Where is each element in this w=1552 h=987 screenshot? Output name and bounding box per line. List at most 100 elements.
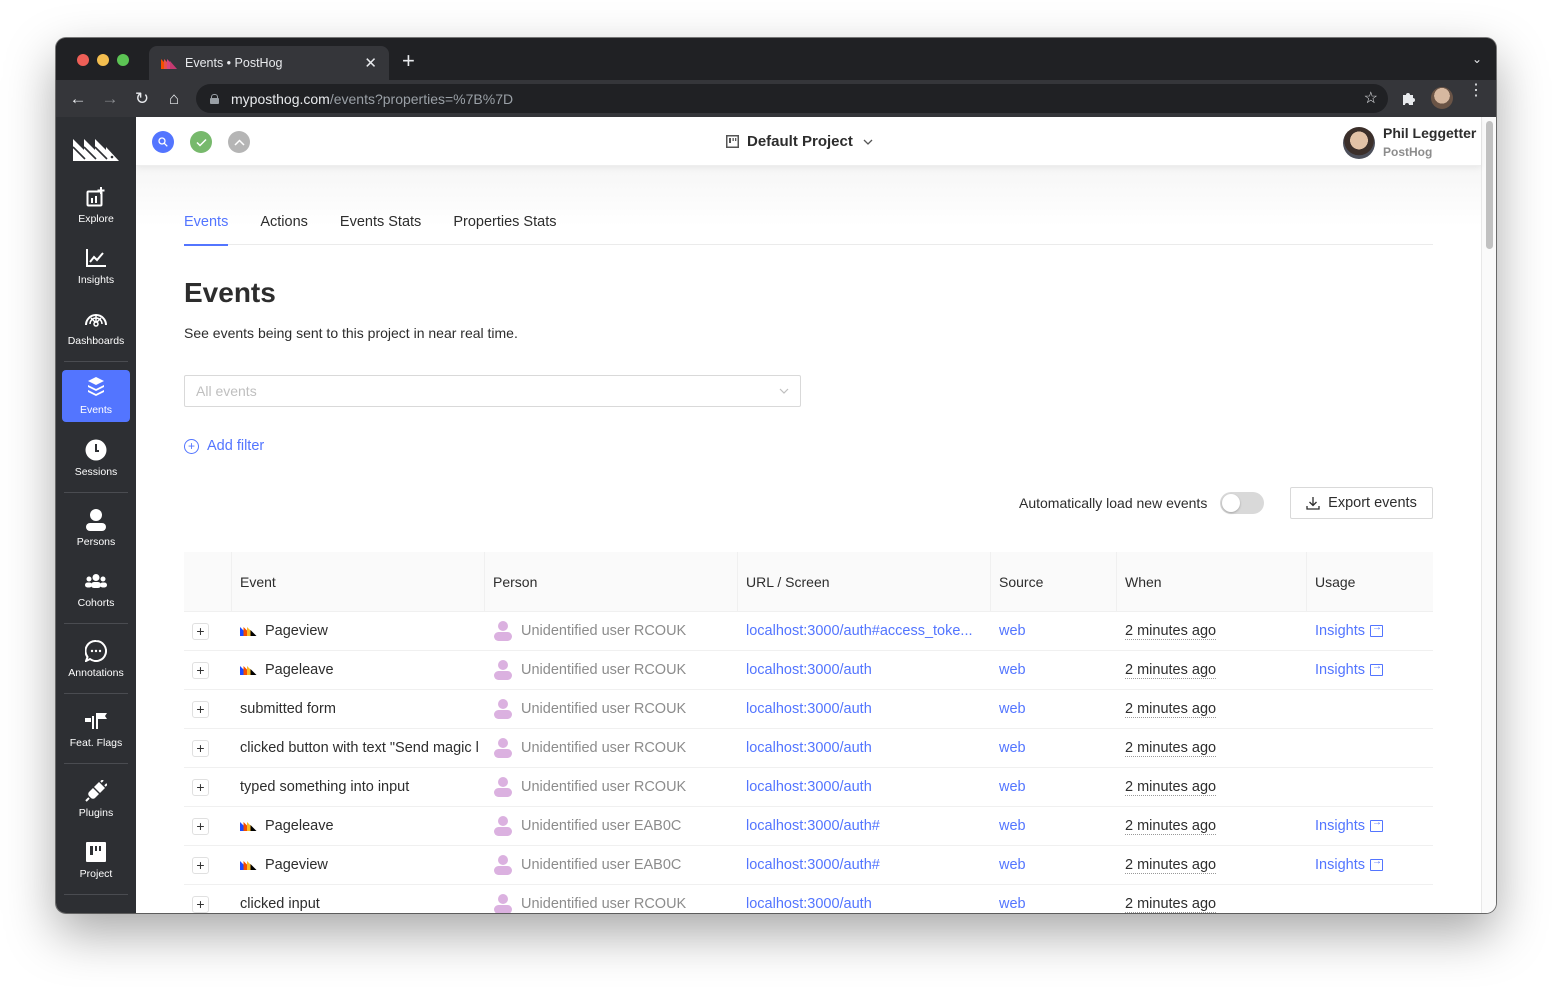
insights-link[interactable]: Insights [1315,623,1365,639]
scrollbar-thumb[interactable] [1486,121,1493,249]
source-link[interactable]: web [999,896,1026,912]
table-row[interactable]: + Pageleave Unidentified user RCOUK loca… [184,651,1433,690]
user-avatar[interactable] [1343,127,1375,159]
source-link[interactable]: web [999,779,1026,795]
address-bar[interactable]: myposthog.com /events?properties=%7B%7D … [196,84,1388,113]
sidebar-item-cohorts[interactable]: Cohorts [62,563,130,615]
url-link[interactable]: localhost:3000/auth# [746,857,880,873]
close-window-button[interactable] [77,54,89,66]
event-name[interactable]: Pageleave [265,818,334,834]
sidebar-item-project[interactable]: Project [62,834,130,886]
browser-tab[interactable]: Events • PostHog ✕ [149,46,389,80]
auto-load-toggle[interactable] [1220,492,1264,514]
tab-events[interactable]: Events [184,214,229,246]
event-name[interactable]: typed something into input [240,779,409,795]
sidebar-item-plugins[interactable]: Plugins [62,773,130,825]
event-name[interactable]: Pageview [265,857,328,873]
expand-row-button[interactable]: + [192,739,209,757]
url-link[interactable]: localhost:3000/auth [746,779,872,795]
tab-properties-stats[interactable]: Properties Stats [453,214,556,245]
table-row[interactable]: + clicked button with text "Send magic l… [184,729,1433,768]
table-row[interactable]: + Pageleave Unidentified user EAB0C loca… [184,807,1433,846]
insights-link[interactable]: Insights [1315,662,1365,678]
table-body: + Pageview Unidentified user RCOUK local… [184,612,1433,913]
expand-row-button[interactable]: + [192,700,209,718]
source-link[interactable]: web [999,740,1026,756]
person-name[interactable]: Unidentified user EAB0C [521,857,681,873]
person-name[interactable]: Unidentified user RCOUK [521,740,686,756]
sidebar-item-sessions[interactable]: Sessions [62,432,130,484]
posthog-logo[interactable] [73,135,119,161]
source-cell: web [991,885,1117,913]
source-link[interactable]: web [999,857,1026,873]
source-link[interactable]: web [999,818,1026,834]
export-events-button[interactable]: Export events [1290,487,1433,519]
event-name[interactable]: submitted form [240,701,336,717]
tab-events-stats[interactable]: Events Stats [340,214,421,245]
sidebar-divider [64,623,128,624]
tab-search-chevron-icon[interactable]: ⌄ [1472,52,1482,66]
expand-row-button[interactable]: + [192,661,209,679]
table-row[interactable]: + Pageview Unidentified user EAB0C local… [184,846,1433,885]
sidebar-item-dashboards[interactable]: Dashboards [62,301,130,353]
sidebar-item-explore[interactable]: Explore [62,179,130,231]
back-button[interactable]: ← [66,87,90,111]
person-name[interactable]: Unidentified user RCOUK [521,662,686,678]
browser-profile-avatar[interactable] [1431,87,1453,109]
extensions-puzzle-icon[interactable] [1400,89,1418,107]
user-name[interactable]: Phil Leggetter [1383,125,1476,141]
add-filter-button[interactable]: + Add filter [184,438,264,454]
source-link[interactable]: web [999,701,1026,717]
url-link[interactable]: localhost:3000/auth#access_toke... [746,623,973,639]
expand-row-button[interactable]: + [192,778,209,796]
expand-row-button[interactable]: + [192,856,209,874]
open-external-icon [1369,817,1383,832]
bookmark-star-icon[interactable]: ☆ [1364,88,1378,108]
tab-actions[interactable]: Actions [260,214,308,245]
forward-button[interactable]: → [98,87,122,111]
maximize-window-button[interactable] [117,54,129,66]
minimize-window-button[interactable] [97,54,109,66]
url-link[interactable]: localhost:3000/auth [746,662,872,678]
event-name[interactable]: clicked button with text "Send magic l [240,740,479,756]
url-link[interactable]: localhost:3000/auth [746,740,872,756]
url-link[interactable]: localhost:3000/auth [746,701,872,717]
source-link[interactable]: web [999,623,1026,639]
insights-link[interactable]: Insights [1315,857,1365,873]
table-row[interactable]: + typed something into input Unidentifie… [184,768,1433,807]
url-link[interactable]: localhost:3000/auth# [746,818,880,834]
insights-link[interactable]: Insights [1315,818,1365,834]
sidebar-item-annotations[interactable]: Annotations [62,633,130,685]
table-row[interactable]: + clicked input Unidentified user RCOUK … [184,885,1433,913]
event-filter-select[interactable]: All events [184,375,801,407]
expand-row-button[interactable]: + [192,817,209,835]
new-tab-button[interactable]: + [402,50,415,72]
person-name[interactable]: Unidentified user RCOUK [521,779,686,795]
page-scrollbar[interactable] [1481,117,1496,913]
sidebar-item-persons[interactable]: Persons [62,502,130,554]
event-name[interactable]: Pageleave [265,662,334,678]
browser-menu-icon[interactable]: ⋮ [1468,83,1484,99]
table-row[interactable]: + Pageview Unidentified user RCOUK local… [184,612,1433,651]
source-link[interactable]: web [999,662,1026,678]
system-status-button[interactable] [190,131,212,153]
person-name[interactable]: Unidentified user EAB0C [521,818,681,834]
sidebar-item-events[interactable]: Events [62,370,130,422]
table-row[interactable]: + submitted form Unidentified user RCOUK… [184,690,1433,729]
sidebar-item-feature-flags[interactable]: Feat. Flags [62,703,130,755]
reload-button[interactable]: ↻ [130,87,154,111]
expand-row-button[interactable]: + [192,622,209,640]
person-name[interactable]: Unidentified user RCOUK [521,701,686,717]
person-name[interactable]: Unidentified user RCOUK [521,623,686,639]
expand-row-button[interactable]: + [192,895,209,913]
project-switcher[interactable]: Default Project [726,133,873,150]
person-name[interactable]: Unidentified user RCOUK [521,896,686,912]
event-name[interactable]: clicked input [240,896,320,912]
command-search-button[interactable] [152,131,174,153]
sidebar-item-insights[interactable]: Insights [62,240,130,292]
url-link[interactable]: localhost:3000/auth [746,896,872,912]
event-name[interactable]: Pageview [265,623,328,639]
home-button[interactable]: ⌂ [162,87,186,111]
version-status-button[interactable] [228,131,250,153]
close-tab-icon[interactable]: ✕ [364,56,377,71]
